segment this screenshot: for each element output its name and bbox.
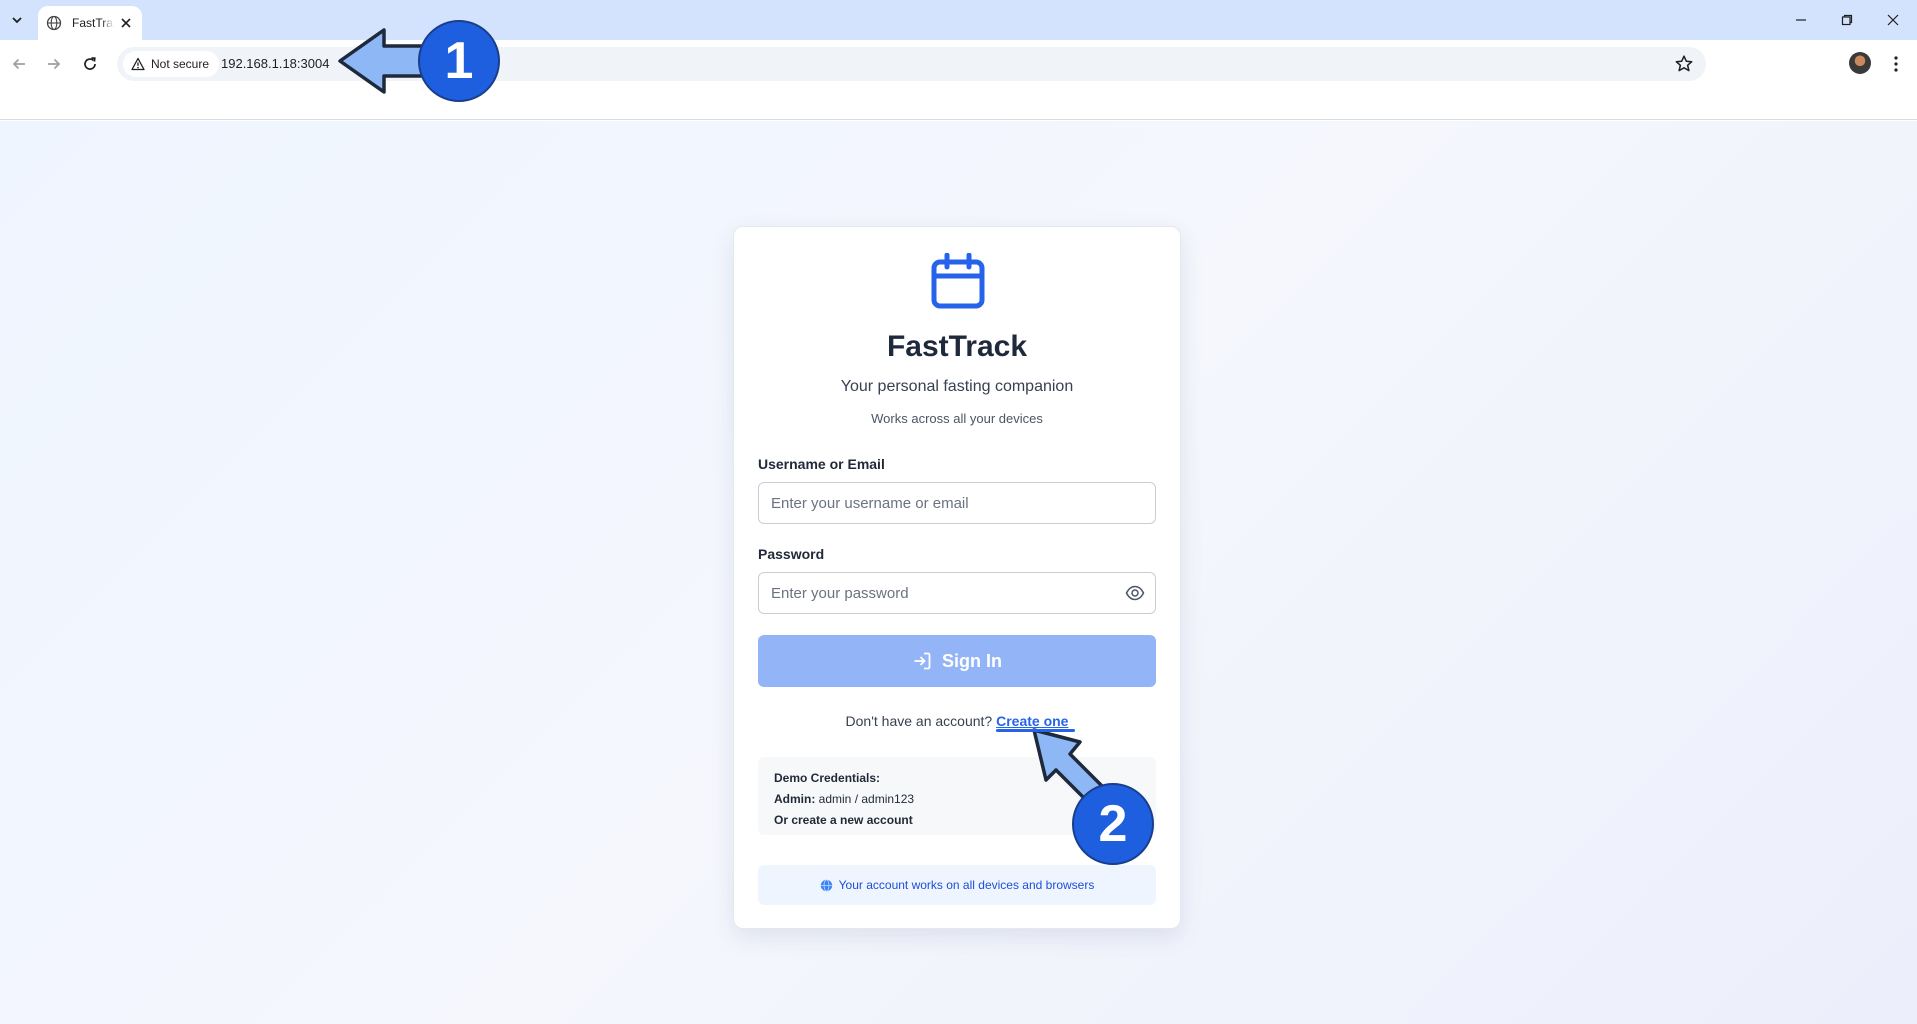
tab-title: FastTrack: [72, 16, 114, 30]
tab-search-button[interactable]: [6, 9, 28, 31]
username-label: Username or Email: [758, 456, 885, 472]
url-text[interactable]: 192.168.1.18:3004: [221, 56, 329, 71]
info-text: Your account works on all devices and br…: [838, 878, 1095, 892]
demo-admin-value: admin / admin123: [818, 792, 915, 806]
arrow-right-icon: [48, 58, 61, 70]
app-tagline: Works across all your devices: [871, 411, 1043, 426]
password-input[interactable]: [759, 573, 1155, 613]
reload-icon: [84, 57, 96, 70]
step-badge-1: 1: [418, 20, 500, 102]
annotation-arrow-left: [338, 28, 426, 94]
signup-prompt: Don't have an account?: [845, 713, 993, 729]
chevron-down-icon: [12, 17, 22, 24]
demo-heading: Demo Credentials:: [774, 771, 881, 785]
password-label: Password: [758, 546, 825, 562]
star-icon[interactable]: [1674, 54, 1694, 74]
globe-icon: [820, 878, 832, 892]
username-field[interactable]: [758, 482, 1156, 524]
demo-admin-label: Admin:: [774, 792, 816, 806]
tab-strip: FastTrack: [0, 0, 1917, 40]
app-title: FastTrack: [886, 330, 1028, 363]
security-label: Not secure: [151, 57, 210, 71]
tab-close-button[interactable]: [118, 15, 134, 31]
minimize-icon: [1796, 19, 1806, 21]
info-banner: Your account works on all devices and br…: [758, 865, 1156, 905]
close-icon: [121, 18, 131, 28]
security-chip[interactable]: Not secure: [123, 51, 220, 77]
login-icon: [914, 652, 931, 670]
warning-icon: [131, 57, 145, 71]
app-subtitle: Your personal fasting companion: [840, 378, 1074, 395]
step-badge-2: 2: [1072, 783, 1154, 865]
more-vertical-icon: [1894, 56, 1898, 72]
profile-avatar[interactable]: [1849, 52, 1871, 74]
close-window-button[interactable]: [1883, 10, 1903, 30]
eye-icon[interactable]: [1125, 583, 1145, 603]
sign-in-button[interactable]: Sign In: [758, 635, 1156, 687]
restore-button[interactable]: [1837, 10, 1857, 30]
restore-icon: [1841, 14, 1853, 26]
sign-in-label: Sign In: [942, 650, 1002, 671]
password-field[interactable]: [758, 572, 1156, 614]
browser-menu-button[interactable]: [1886, 52, 1906, 76]
username-input[interactable]: [759, 483, 1155, 523]
calendar-icon: [931, 253, 985, 309]
close-icon: [1887, 14, 1899, 26]
back-button[interactable]: [7, 52, 31, 76]
reload-button[interactable]: [78, 52, 102, 76]
browser-tab[interactable]: FastTrack: [38, 6, 142, 40]
globe-icon: [46, 15, 62, 31]
demo-create-text: Or create a new account: [774, 813, 913, 827]
minimize-button[interactable]: [1791, 10, 1811, 30]
browser-toolbar: Not secure 192.168.1.18:3004: [0, 40, 1917, 120]
page-background: FastTrack Your personal fasting companio…: [0, 121, 1917, 1024]
forward-button[interactable]: [42, 52, 66, 76]
arrow-left-icon: [12, 58, 25, 70]
signup-row: Don't have an account? Create one: [734, 713, 1180, 729]
create-link-underline-highlight: [996, 729, 1075, 732]
